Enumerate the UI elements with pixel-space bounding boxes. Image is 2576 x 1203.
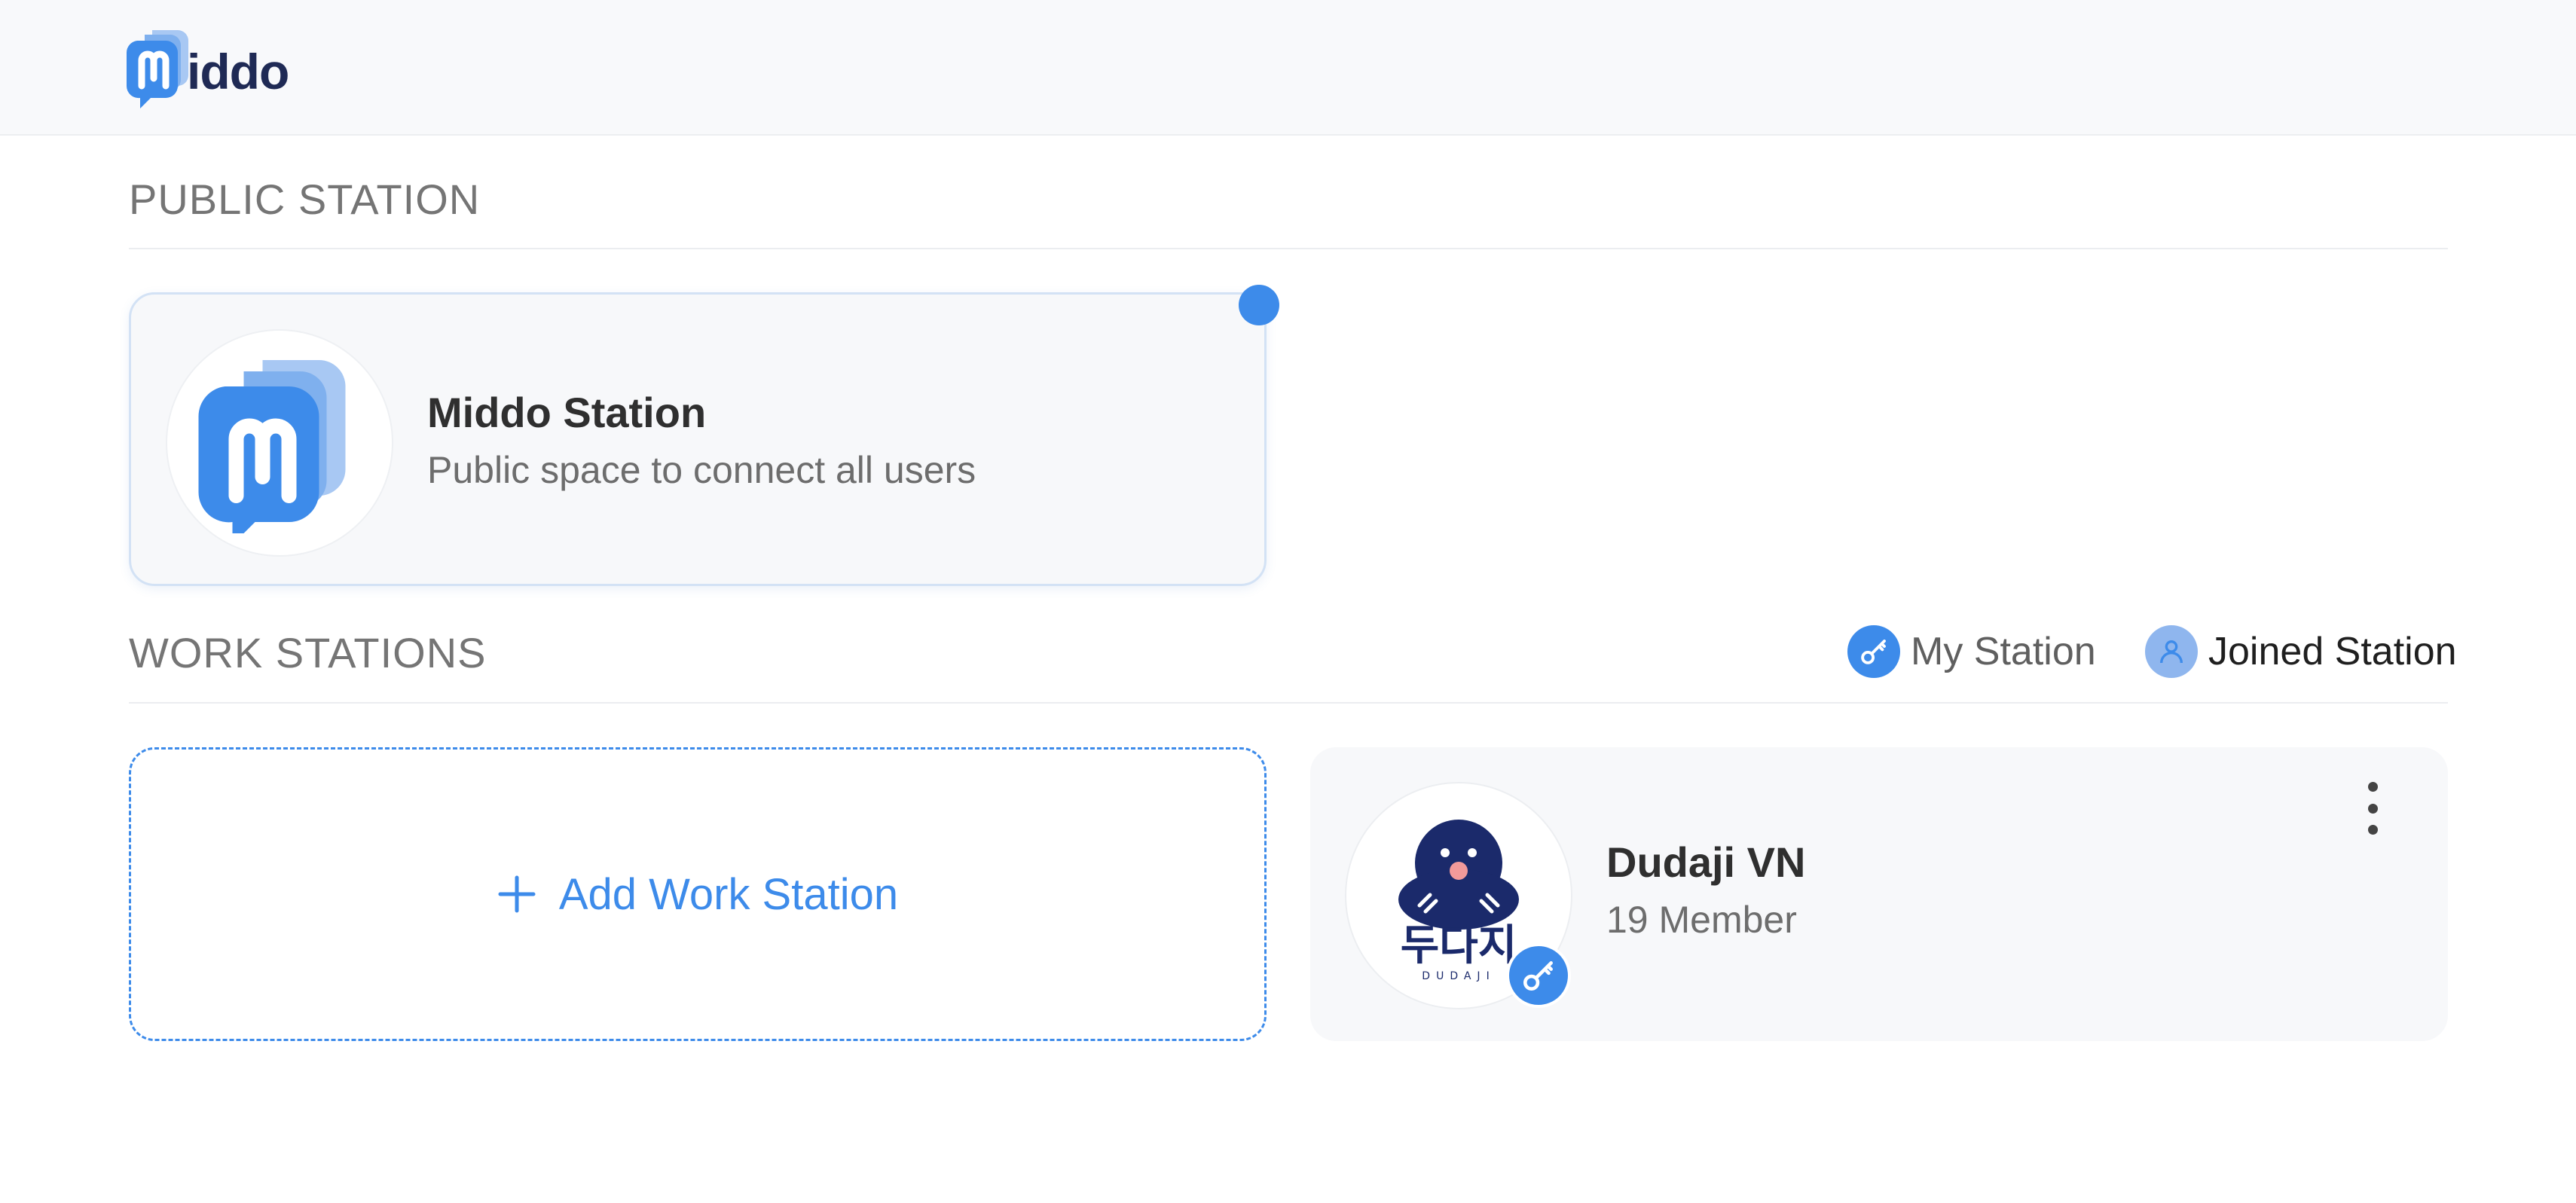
my-station-label: My Station — [1911, 630, 2096, 673]
work-stations-heading: WORK STATIONS — [129, 629, 487, 676]
member-count: 19 Member — [1606, 899, 1797, 941]
owner-key-icon — [1506, 943, 1571, 1008]
middo-logo-icon — [127, 30, 188, 108]
middo-station-logo-icon — [198, 360, 346, 533]
dudaji-logo-subtext: DUDAJI — [1422, 970, 1495, 982]
add-work-station-button[interactable]: Add Work Station — [129, 747, 1267, 1041]
legend-my-station: My Station — [1847, 625, 2096, 678]
work-station-name: Dudaji VN — [1606, 838, 1806, 886]
brand-name: iddo — [187, 44, 289, 99]
more-options-icon[interactable] — [2358, 782, 2388, 835]
new-indicator-dot — [1239, 285, 1279, 325]
public-station-heading: PUBLIC STATION — [129, 176, 481, 223]
middo-station-card[interactable]: Middo Station Public space to connect al… — [129, 292, 1267, 586]
dudaji-logo-text: 두다지 — [1401, 921, 1517, 970]
station-name: Middo Station — [427, 389, 707, 436]
work-station-card[interactable]: 두다지 DUDAJI Dudaji VN 19 Member — [1310, 747, 2448, 1041]
public-divider — [129, 248, 2448, 249]
middo-logo[interactable]: iddo — [127, 23, 289, 113]
top-header: iddo — [0, 0, 2576, 136]
middo-station-avatar — [166, 329, 393, 557]
work-divider — [129, 702, 2448, 704]
station-description: Public space to connect all users — [427, 449, 976, 491]
joined-station-label: Joined Station — [2208, 630, 2457, 673]
plus-icon — [498, 875, 536, 913]
key-icon — [1847, 625, 1900, 678]
user-icon — [2145, 625, 2198, 678]
add-work-station-label: Add Work Station — [558, 869, 899, 919]
legend-joined-station: Joined Station — [2145, 625, 2457, 678]
